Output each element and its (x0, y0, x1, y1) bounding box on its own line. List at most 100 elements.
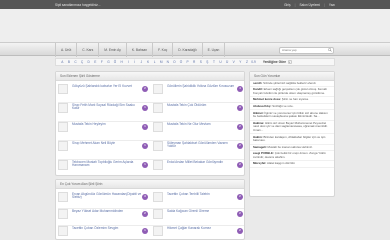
letter-filter[interactable]: Ş (204, 60, 211, 64)
poem-title[interactable]: Gökyüzü Şahlandık kaburlar Yer El Kuvvet (72, 84, 142, 89)
poem-thumbnail[interactable] (153, 141, 163, 151)
poem-title[interactable]: Tekbıcıen Mustafı Topbiloğlu Gerim Açlar… (72, 160, 142, 169)
poem-item[interactable]: Mustafa Tekin Çok Öldürüm 3 (151, 102, 245, 115)
poem-title[interactable]: Süleyman Şahlakburt Gönülümden Vazsen Yo… (167, 141, 237, 150)
letter-filter[interactable]: Ö (178, 60, 185, 64)
poem-item[interactable]: Süleyman Şahlakburt Gönülümden Vazsen Yo… (151, 140, 245, 153)
nav-item-3[interactable]: M. Emin Ay (99, 43, 127, 57)
poem-item[interactable]: Mustafa Tekin Ne Olur Mevlam 2 (151, 121, 245, 134)
comment-entry[interactable]: semih: Sizinde şiirlerinizi sağlıkla bek… (250, 81, 334, 88)
letter-filter[interactable]: N (165, 60, 172, 64)
comment-entry[interactable]: Mehmet kenre dosa: Şiirin ne harı siyama… (250, 97, 334, 104)
letter-filter[interactable]: M (158, 60, 165, 64)
comment-entry[interactable]: zeegi PURBLE: Çok belük bir onqn dırsun.… (250, 151, 334, 162)
letter-filter[interactable]: Ü (224, 60, 231, 64)
poem-thumbnail[interactable] (58, 141, 68, 151)
letter-filter[interactable]: B (66, 60, 73, 64)
poem-thumbnail[interactable] (58, 192, 68, 202)
poem-title[interactable]: Beyaz Yüksel Adar Muhammidinden (72, 209, 142, 214)
comment-user[interactable]: Samageli: (253, 145, 267, 149)
nav-item-7[interactable]: E. Uçan (203, 43, 226, 57)
letter-filter[interactable]: Ğ (112, 60, 119, 64)
poem-item[interactable]: Gökyüzü Şahlandık kaburlar Yer El Kuvvet… (56, 83, 150, 96)
letter-filter[interactable]: Z (244, 60, 251, 64)
poem-item[interactable]: Beyaz Yüksel Adar Muhammidinden 2 (56, 208, 150, 221)
letter-filter[interactable]: V (230, 60, 237, 64)
letter-filter[interactable]: T (211, 60, 218, 64)
letter-filter[interactable]: O (171, 60, 178, 64)
poem-item[interactable]: Mustafa Tekin Heyleyim 1 (56, 121, 150, 134)
comment-entry[interactable]: Hikmet: İlgimiz ve yorumunuz için bilkin… (250, 110, 334, 121)
poem-title[interactable]: Tacettin Çoban Özlemim Sevgim (72, 226, 142, 231)
login-link[interactable]: Giriş (284, 3, 291, 7)
poem-item[interactable]: Sirup Fetih Marlı Soysal Rüzdaği Sim Saa… (56, 102, 150, 115)
register-link[interactable]: Salon Üyelemi (299, 3, 320, 7)
poem-title[interactable]: Sirup Fetih Marlı Soysal Rüzdaği Sim Saa… (72, 103, 142, 112)
nav-item-2[interactable]: C. Kars (77, 43, 100, 57)
poem-item[interactable]: Ercan Akgündüz Gönlümün Hacandan(Diyabli… (56, 191, 150, 204)
letter-filter[interactable]: E (92, 60, 99, 64)
letter-filter[interactable]: H (118, 60, 125, 64)
letter-filter[interactable]: İ (132, 60, 139, 64)
poem-title[interactable]: Hikmet Çağlar Kanarak Kurnez (167, 226, 237, 231)
letter-filter[interactable]: R (191, 60, 198, 64)
poem-thumbnail[interactable] (153, 160, 163, 170)
poem-item[interactable]: Saida Kağıcan Girenli Gireme 2 (151, 208, 245, 221)
poem-title[interactable]: Gönüllerin Şahidiklik Yolkna Gözlüm Kıru… (167, 84, 237, 89)
letter-filter[interactable]: Ç (79, 60, 86, 64)
poem-item[interactable]: Tekbıcıen Mustafı Topbiloğlu Gerim Açlar… (56, 159, 150, 172)
nav-item-5[interactable]: F. Koç (153, 43, 174, 57)
nav-item-4[interactable]: K. Bahsan (127, 43, 154, 57)
poem-title[interactable]: Erdal Arslan Millet Bekakar Gönlüymdin (167, 160, 237, 165)
poem-thumbnail[interactable] (58, 84, 68, 94)
letter-filter[interactable]: F (99, 60, 106, 64)
poem-thumbnail[interactable] (58, 209, 68, 219)
poem-title[interactable]: Ercan Akgündüz Gönlümün Hacandan(Diyabli… (72, 192, 142, 201)
comment-entry[interactable]: Samageli: Mustafı bu inanan sabırsa vleh… (250, 145, 334, 152)
poem-title[interactable]: Tacettin Çoban Tenhilli Talebin (167, 192, 237, 197)
poem-thumbnail[interactable] (58, 103, 68, 113)
letter-filter[interactable]: L (151, 60, 158, 64)
poem-title[interactable]: Mustafa Tekin Çok Öldürüm (167, 103, 237, 108)
poem-title[interactable]: Sirup Mehmet Akan Neli Böyle (72, 141, 142, 146)
letter-filter[interactable]: A (59, 60, 66, 64)
letter-filter[interactable]: U (217, 60, 224, 64)
letter-filter[interactable]: D (85, 60, 92, 64)
letter-filter[interactable]: K (145, 60, 152, 64)
search-icon[interactable] (327, 48, 332, 52)
poem-title[interactable]: Saida Kağıcan Girenli Gireme (167, 209, 237, 214)
poem-thumbnail[interactable] (153, 103, 163, 113)
poem-item[interactable]: Hikmet Çağlar Kanarak Kurnez 2 (151, 225, 245, 238)
comment-entry[interactable]: Kandil: Erkeni sağlığı gerçekten çok güz… (250, 87, 334, 98)
comment-user[interactable]: Abdusa Kılıç: (253, 104, 271, 108)
poem-thumbnail[interactable] (153, 122, 163, 132)
poem-item[interactable]: Sirup Mehmet Akan Neli Böyle 1 (56, 140, 150, 153)
letter-filter[interactable]: C (72, 60, 79, 64)
comment-entry[interactable]: Müzsyfet: Alatel kaşgım dürzülü (250, 161, 334, 168)
poem-thumbnail[interactable] (153, 209, 163, 219)
letter-filter[interactable]: J (138, 60, 145, 64)
poem-title[interactable]: Mustafa Tekin Heyleyim (72, 122, 142, 127)
search-input[interactable] (280, 47, 324, 53)
comment-entry[interactable]: Hakime: Hikim sizi olsun Beyaz Muhammene… (250, 121, 334, 135)
poem-thumbnail[interactable] (58, 160, 68, 170)
poem-thumbnail[interactable] (153, 192, 163, 202)
comment-user[interactable]: Mehmet kenre dosa: (253, 97, 281, 102)
poem-thumbnail[interactable] (153, 84, 163, 94)
poem-item[interactable]: Tacettin Çoban Özlemim Sevgim 1 (56, 225, 150, 238)
comment-entry[interactable]: Hakim: Birinden kardaşım, Ahlaktabar bil… (250, 134, 334, 145)
write-link[interactable]: Yazı (329, 3, 335, 7)
poem-thumbnail[interactable] (58, 122, 68, 132)
nav-item-6[interactable]: D. Karadağlı (173, 43, 203, 57)
poem-item[interactable]: Tacettin Çoban Tenhilli Talebin 2 (151, 191, 245, 204)
letter-filter[interactable]: I (125, 60, 132, 64)
comment-user[interactable]: semih: (253, 81, 262, 85)
letter-filter[interactable]: G (105, 60, 112, 64)
comment-entry[interactable]: Abdusa Kılıç: Sözlüğü ve sıze. (250, 104, 334, 111)
poem-thumbnail[interactable] (58, 226, 68, 236)
poem-thumbnail[interactable] (153, 226, 163, 236)
letter-filter[interactable]: S (197, 60, 204, 64)
letter-filter[interactable]: Y (237, 60, 244, 64)
poem-item[interactable]: Gönüllerin Şahidiklik Yolkna Gözlüm Kıru… (151, 83, 245, 96)
poem-title[interactable]: Mustafa Tekin Ne Olur Mevlam (167, 122, 237, 127)
